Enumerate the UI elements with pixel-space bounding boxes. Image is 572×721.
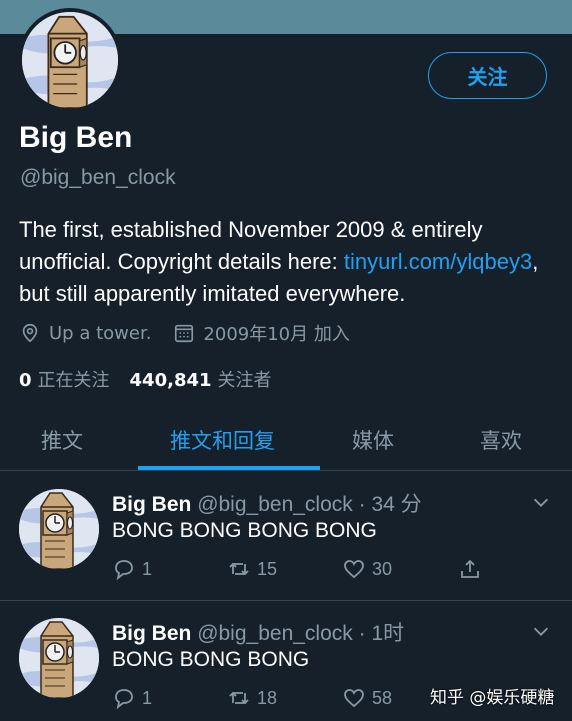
tweet-author-handle: @big_ben_clock (197, 493, 353, 516)
like-count: 30 (372, 558, 393, 579)
retweet-action[interactable]: 18 (227, 686, 277, 710)
profile-tabs: 推文 推文和回复 媒体 喜欢 (0, 405, 572, 471)
like-count: 58 (372, 687, 393, 708)
profile-meta: Up a tower. 2009年10月 加入 (19, 320, 350, 346)
heart-icon (344, 689, 364, 708)
reply-action[interactable]: 1 (112, 686, 152, 710)
joined-text: 2009年10月 加入 (203, 324, 350, 345)
retweet-count: 18 (257, 687, 278, 708)
profile-handle: @big_ben_clock (20, 166, 176, 189)
followers-count[interactable]: 440,841 (130, 370, 212, 391)
tweet-time: · 34 分 (358, 493, 422, 516)
tweet-avatar[interactable] (19, 618, 99, 698)
tweet-text: BONG BONG BONG BONG (112, 519, 377, 542)
calendar-icon (175, 324, 194, 343)
tweet-header: Big Ben @big_ben_clock · 34 分 (112, 488, 422, 518)
follow-button[interactable]: 关注 (428, 52, 547, 99)
big-ben-avatar-image (19, 618, 99, 698)
reply-icon (115, 689, 133, 710)
share-action[interactable] (458, 557, 482, 581)
reply-action[interactable]: 1 (112, 557, 152, 581)
bio-link[interactable]: tinyurl.com/ylqbey3 (344, 249, 532, 274)
tweet-author-name[interactable]: Big Ben (112, 493, 191, 516)
profile-bio: The first, established November 2009 & e… (19, 214, 559, 310)
location-pin-icon (22, 323, 38, 343)
tweet-header: Big Ben @big_ben_clock · 1时 (112, 617, 404, 647)
reply-icon (115, 560, 133, 581)
retweet-icon (229, 691, 249, 705)
followers-label[interactable]: 关注者 (218, 366, 272, 392)
active-tab-indicator (138, 466, 320, 470)
tab-likes[interactable]: 喜欢 (480, 425, 522, 455)
reply-count: 1 (142, 558, 153, 579)
chevron-down-icon[interactable] (530, 491, 552, 513)
big-ben-avatar-image (19, 489, 99, 569)
following-label[interactable]: 正在关注 (38, 366, 110, 392)
tweet-avatar[interactable] (19, 489, 99, 569)
location-text: Up a tower. (49, 322, 152, 344)
following-count[interactable]: 0 (19, 370, 32, 391)
profile-name: Big Ben (19, 121, 133, 154)
tweet-actions: 1 15 30 (112, 557, 492, 587)
retweet-action[interactable]: 15 (227, 557, 277, 581)
tweet-time: · 1时 (358, 622, 405, 645)
profile-avatar[interactable] (18, 8, 122, 112)
like-action[interactable]: 30 (342, 557, 392, 581)
share-icon (461, 559, 479, 578)
profile-stats: 0 正在关注 440,841 关注者 (19, 366, 272, 392)
tweet-item[interactable]: Big Ben @big_ben_clock · 34 分 BONG BONG … (0, 471, 572, 601)
like-action[interactable]: 58 (342, 686, 392, 710)
reply-count: 1 (142, 687, 153, 708)
tweet-text: BONG BONG BONG (112, 648, 310, 671)
tab-media[interactable]: 媒体 (352, 425, 394, 455)
retweet-count: 15 (257, 558, 278, 579)
tweet-author-handle: @big_ben_clock (197, 622, 353, 645)
watermark-text: 知乎 @娱乐硬糖 (430, 688, 555, 708)
tweet-author-name[interactable]: Big Ben (112, 622, 191, 645)
chevron-down-icon[interactable] (530, 620, 552, 642)
tab-tweets[interactable]: 推文 (41, 425, 83, 455)
heart-icon (344, 560, 364, 579)
retweet-icon (229, 562, 249, 576)
tab-tweets-and-replies[interactable]: 推文和回复 (170, 425, 275, 455)
big-ben-avatar-image (22, 12, 118, 108)
